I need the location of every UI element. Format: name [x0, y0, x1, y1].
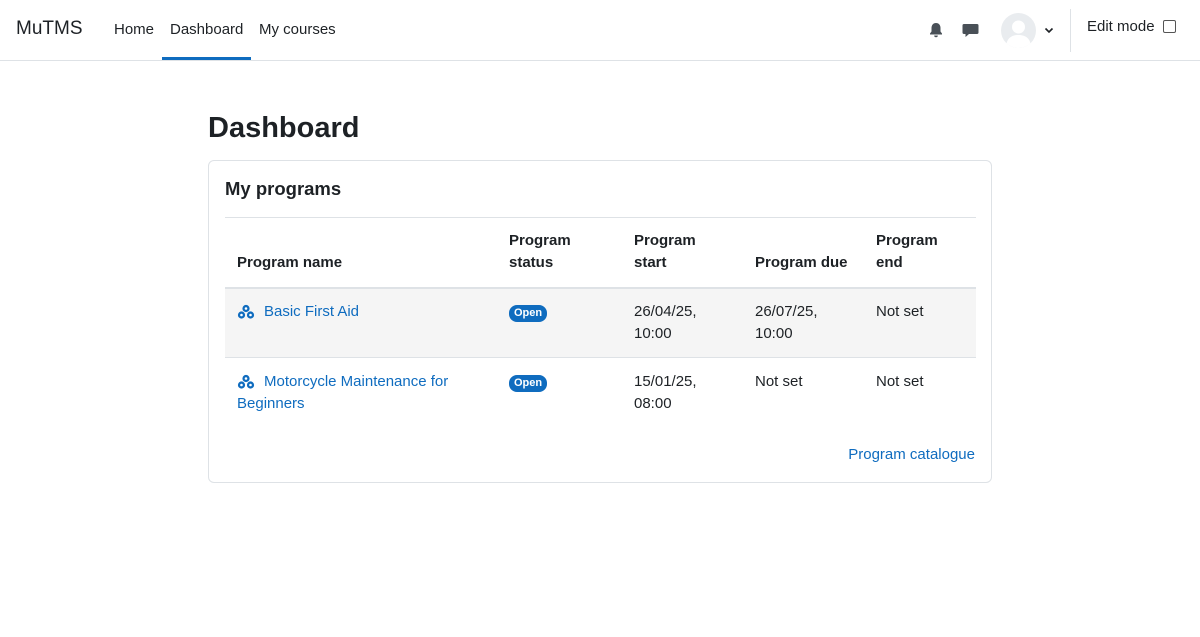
program-catalogue-link[interactable]: Program catalogue	[848, 446, 975, 463]
program-start-cell: 26/04/25, 10:00	[634, 303, 697, 342]
message-icon[interactable]	[961, 21, 980, 39]
card-title: My programs	[225, 178, 342, 199]
site-brand[interactable]: MuTMS	[16, 18, 83, 40]
nav-home-link[interactable]: Home	[114, 21, 154, 38]
column-header-program-start[interactable]: Program start	[634, 230, 696, 274]
nav-dashboard-link[interactable]: Dashboard	[170, 21, 243, 38]
page-title: Dashboard	[208, 112, 360, 144]
card-divider	[225, 217, 976, 218]
user-silhouette-icon	[1006, 20, 1031, 48]
program-name-link[interactable]: Basic First Aid	[264, 301, 359, 323]
program-due-cell: 26/07/25, 10:00	[755, 303, 818, 342]
table-row	[225, 289, 976, 358]
navbar-divider	[1070, 9, 1071, 52]
column-header-program-status[interactable]: Program status	[509, 230, 571, 274]
program-icon	[237, 304, 255, 319]
my-programs-card: My programs Program name Program status …	[208, 160, 992, 483]
top-navbar: MuTMS Home Dashboard My courses Edit mod…	[0, 0, 1200, 61]
program-start-cell: 15/01/25, 08:00	[634, 373, 697, 412]
column-header-program-end[interactable]: Program end	[876, 230, 938, 274]
column-header-program-due[interactable]: Program due	[755, 252, 848, 274]
column-header-program-name[interactable]: Program name	[237, 252, 342, 274]
active-tab-indicator	[162, 57, 251, 60]
chevron-down-icon[interactable]	[1043, 24, 1055, 36]
program-name-link[interactable]: Motorcycle Maintenance for Beginners	[237, 371, 487, 415]
status-badge: Open	[509, 375, 548, 392]
nav-my-courses-link[interactable]: My courses	[259, 21, 336, 38]
program-end-cell: Not set	[876, 303, 924, 320]
edit-mode-toggle[interactable]	[1163, 20, 1176, 33]
edit-mode-label[interactable]: Edit mode	[1087, 18, 1155, 35]
status-badge: Open	[509, 305, 548, 322]
program-due-cell: Not set	[755, 373, 803, 390]
user-avatar[interactable]	[1001, 13, 1036, 48]
program-end-cell: Not set	[876, 373, 924, 390]
bell-icon[interactable]	[927, 21, 945, 39]
